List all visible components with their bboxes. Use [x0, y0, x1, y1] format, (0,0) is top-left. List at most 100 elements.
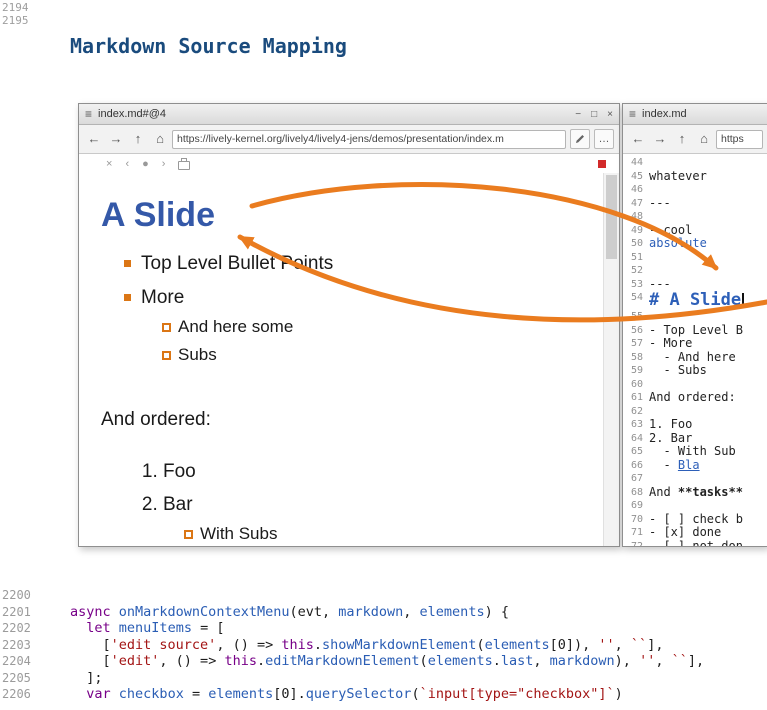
list-item: Subs	[178, 345, 577, 365]
list-item: More And here some Subs	[141, 287, 577, 365]
slide-bullet-list: Top Level Bullet Points More And here so…	[101, 253, 577, 365]
source-line[interactable]: 642. Bar	[623, 432, 767, 446]
code-line[interactable]: 2200	[0, 587, 767, 604]
source-lines: 4445whatever4647---4849- cool50absolute5…	[623, 154, 767, 546]
page: 2194 2195 Markdown Source Mapping ≡ inde…	[0, 0, 767, 710]
home-icon[interactable]: ⌂	[694, 129, 714, 149]
pencil-icon	[575, 134, 585, 144]
vertical-scrollbar[interactable]	[603, 173, 619, 546]
source-line[interactable]: 631. Foo	[623, 418, 767, 432]
source-line[interactable]: 59 - Subs	[623, 364, 767, 378]
bullet-label: More	[141, 287, 184, 308]
edit-pencil-icon[interactable]	[570, 129, 590, 149]
source-line[interactable]: 50absolute	[623, 237, 767, 251]
rendered-markdown-window: ≡ index.md#@4 − □ × ← → ↑ ⌂ …	[78, 103, 620, 547]
slide-sub-list: And here some Subs	[141, 317, 577, 365]
source-line[interactable]: 65 - With Sub	[623, 445, 767, 459]
source-line[interactable]: 58 - And here	[623, 351, 767, 365]
source-line[interactable]: 48	[623, 210, 767, 224]
home-icon[interactable]: ⌂	[150, 129, 170, 149]
source-line[interactable]: 47---	[623, 197, 767, 211]
slide-ordered-list: Foo Bar With Subs	[101, 461, 577, 544]
scrollbar-thumb[interactable]	[606, 175, 617, 259]
minimize-icon[interactable]: −	[575, 109, 581, 120]
up-icon[interactable]: ↑	[128, 129, 148, 149]
source-line[interactable]: 71- [x] done	[623, 526, 767, 540]
source-line[interactable]: 60	[623, 378, 767, 392]
url-input[interactable]	[716, 130, 763, 149]
source-line[interactable]: 67	[623, 472, 767, 486]
close-presentation-icon[interactable]: ×	[106, 158, 112, 170]
ordered-intro-text: And ordered:	[101, 409, 577, 431]
source-line[interactable]: 45whatever	[623, 170, 767, 184]
window-titlebar[interactable]: ≡ index.md	[623, 104, 767, 125]
outer-line-gutter: 2194 2195	[2, 1, 29, 27]
window-titlebar[interactable]: ≡ index.md#@4 − □ ×	[79, 104, 619, 125]
source-line[interactable]: 51	[623, 251, 767, 265]
source-editor-window: ≡ index.md ← → ↑ ⌂ 4445whatever4647---48…	[622, 103, 767, 547]
code-line[interactable]: 2205 ];	[0, 670, 767, 687]
list-item: And here some	[178, 317, 577, 337]
up-icon[interactable]: ↑	[672, 129, 692, 149]
next-slide-icon[interactable]: ›	[162, 158, 166, 170]
more-options-icon[interactable]: …	[594, 129, 614, 149]
code-lines: 22002201async onMarkdownContextMenu(evt,…	[0, 587, 767, 703]
bullet-label: With Subs	[200, 524, 277, 543]
list-item: With Subs	[200, 524, 577, 544]
source-line[interactable]: 56- Top Level B	[623, 324, 767, 338]
source-line[interactable]: 72- [ ] not don	[623, 540, 767, 547]
url-input[interactable]	[172, 130, 566, 149]
text-cursor	[742, 293, 744, 307]
bullet-label: Subs	[178, 345, 217, 364]
forward-icon[interactable]: →	[106, 129, 126, 149]
gutter-line-number: 2194	[2, 1, 29, 14]
code-line[interactable]: 2204 ['edit', () => this.editMarkdownEle…	[0, 653, 767, 670]
hamburger-icon[interactable]: ≡	[85, 107, 92, 121]
source-line[interactable]: 44	[623, 156, 767, 170]
source-line[interactable]: 61And ordered:	[623, 391, 767, 405]
ordered-label: Foo	[163, 461, 196, 482]
close-icon[interactable]: ×	[607, 109, 613, 120]
list-item: Top Level Bullet Points	[141, 253, 577, 275]
back-icon[interactable]: ←	[84, 129, 104, 149]
source-line[interactable]: 46	[623, 183, 767, 197]
source-line[interactable]: 62	[623, 405, 767, 419]
source-line[interactable]: 70- [ ] check b	[623, 513, 767, 527]
slide-dot-icon[interactable]: ●	[142, 158, 149, 170]
maximize-icon[interactable]: □	[591, 109, 597, 120]
record-indicator[interactable]	[598, 160, 606, 168]
bullet-label: And here some	[178, 317, 293, 336]
source-line[interactable]: 55	[623, 310, 767, 324]
ordered-label: Bar	[163, 494, 193, 515]
code-line[interactable]: 2203 ['edit source', () => this.showMark…	[0, 637, 767, 654]
slide-sub-list: With Subs	[163, 524, 577, 544]
source-line[interactable]: 57- More	[623, 337, 767, 351]
source-line[interactable]: 66 - Bla	[623, 459, 767, 473]
browser-navbar: ← → ↑ ⌂	[623, 125, 767, 154]
list-item: Bar With Subs	[163, 494, 577, 544]
back-icon[interactable]: ←	[628, 129, 648, 149]
page-title: Markdown Source Mapping	[70, 34, 347, 58]
slide-content: A Slide Top Level Bullet Points More And…	[79, 174, 619, 546]
gutter-line-number: 2195	[2, 14, 29, 27]
source-line[interactable]: 54# A Slide	[623, 291, 767, 310]
browser-navbar: ← → ↑ ⌂ …	[79, 125, 619, 154]
source-line[interactable]: 53---	[623, 278, 767, 292]
bullet-label: Top Level Bullet Points	[141, 253, 333, 274]
source-line[interactable]: 68And **tasks**	[623, 486, 767, 500]
window-title: index.md#@4	[98, 108, 569, 120]
list-item: Foo	[163, 461, 577, 483]
hamburger-icon[interactable]: ≡	[629, 107, 636, 121]
prev-slide-icon[interactable]: ‹	[125, 158, 129, 170]
print-icon[interactable]	[178, 161, 190, 170]
code-line[interactable]: 2201async onMarkdownContextMenu(evt, mar…	[0, 604, 767, 621]
screenshot-area: ≡ index.md#@4 − □ × ← → ↑ ⌂ …	[78, 103, 767, 545]
code-line[interactable]: 2206 var checkbox = elements[0].querySel…	[0, 686, 767, 703]
source-line[interactable]: 49- cool	[623, 224, 767, 238]
forward-icon[interactable]: →	[650, 129, 670, 149]
source-line[interactable]: 52	[623, 264, 767, 278]
slide-title: A Slide	[101, 196, 577, 235]
code-line[interactable]: 2202 let menuItems = [	[0, 620, 767, 637]
window-title: index.md	[642, 108, 762, 120]
source-line[interactable]: 69	[623, 499, 767, 513]
